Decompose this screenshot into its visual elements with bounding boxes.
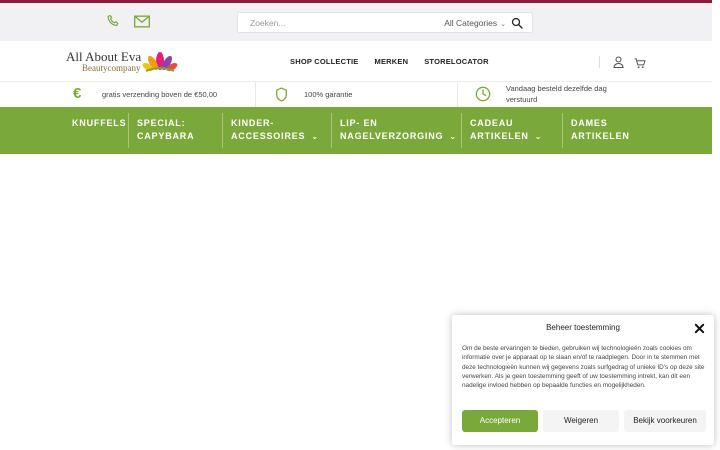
category-label: DAMES	[571, 118, 608, 128]
usp-delivery: Vandaag besteld dezelfde dag verstuurd	[458, 82, 712, 107]
category-label: LIP- EN	[340, 118, 378, 128]
category-kinder-accessoires[interactable]: KINDER- ACCESSOIRES ⌄	[231, 117, 319, 143]
category-select-label: All Categories	[444, 18, 498, 28]
category-label: NAGELVERZORGING	[340, 131, 444, 141]
main-navigation: SHOP COLLECTIE MERKEN STORELOCATOR	[290, 57, 489, 67]
category-divider	[461, 113, 462, 148]
deny-button[interactable]: Weigeren	[543, 410, 619, 432]
shield-icon	[275, 87, 288, 107]
site-header: All About Eva Beautycompany SHOP COLLECT…	[0, 41, 712, 82]
category-label: CADEAU	[470, 118, 514, 128]
cart-icon[interactable]	[634, 56, 646, 74]
usp-shipping: € gratis verzending boven de €50,00	[0, 82, 255, 107]
close-icon[interactable]	[694, 321, 706, 334]
category-dames-artikelen[interactable]: DAMES ARTIKELEN	[571, 117, 630, 143]
phone-icon[interactable]	[106, 14, 120, 33]
category-select[interactable]: All Categories ⌄	[444, 16, 506, 32]
clock-icon	[475, 86, 491, 107]
usp-delivery-text-line2: verstuurd	[506, 95, 538, 104]
nav-shop-collectie[interactable]: SHOP COLLECTIE	[290, 57, 359, 67]
usp-bar: € gratis verzending boven de €50,00 100%…	[0, 82, 712, 107]
category-special-capybara[interactable]: SPECIAL: CAPYBARA	[137, 117, 194, 143]
search-icon[interactable]	[511, 16, 525, 30]
category-divider	[128, 113, 129, 148]
logo-subtitle: Beautycompany	[82, 63, 141, 73]
usp-guarantee-text: 100% garantie	[304, 90, 353, 99]
mail-icon[interactable]	[134, 15, 150, 33]
chevron-down-icon: ⌄	[500, 21, 506, 28]
category-navigation: KNUFFELS SPECIAL: CAPYBARA KINDER- ACCES…	[0, 107, 712, 154]
category-label: KINDER-	[231, 118, 275, 128]
page: Zoeken... All Categories ⌄ All About Eva …	[0, 0, 720, 450]
cookie-title: Beheer toestemming	[546, 323, 620, 332]
chevron-down-icon: ⌄	[311, 132, 319, 141]
euro-icon: €	[73, 85, 82, 102]
usp-delivery-text-line1: Vandaag besteld dezelfde dag	[506, 84, 607, 93]
chevron-down-icon: ⌄	[534, 132, 543, 141]
header-divider	[599, 56, 600, 68]
category-label: KNUFFELS	[72, 118, 127, 128]
category-knuffels[interactable]: KNUFFELS	[72, 117, 126, 130]
category-label: ACCESSOIRES	[231, 131, 306, 141]
user-icon[interactable]	[613, 55, 624, 73]
cookie-text: Om de beste ervaringen te bieden, gebrui…	[462, 345, 705, 390]
category-label: SPECIAL:	[137, 118, 186, 128]
lotus-logo-icon	[142, 51, 178, 78]
top-bar: Zoeken... All Categories ⌄	[0, 3, 712, 41]
chevron-down-icon: ⌄	[449, 132, 457, 141]
category-cadeau-artikelen[interactable]: CADEAU ARTIKELEN ⌄	[470, 117, 542, 143]
nav-merken[interactable]: MERKEN	[375, 57, 409, 67]
usp-shipping-text: gratis verzending boven de €50,00	[102, 90, 218, 99]
nav-storelocator[interactable]: STORELOCATOR	[424, 57, 489, 67]
category-label: ARTIKELEN	[470, 131, 529, 141]
category-lip-nagelverzorging[interactable]: LIP- EN NAGELVERZORGING ⌄	[340, 117, 457, 143]
category-label: CAPYBARA	[137, 131, 195, 141]
accept-button[interactable]: Accepteren	[462, 410, 538, 432]
view-preferences-button[interactable]: Bekijk voorkeuren	[624, 410, 706, 432]
cookie-consent-dialog: Beheer toestemming Om de beste ervaringe…	[452, 315, 714, 445]
category-divider	[331, 113, 332, 148]
logo[interactable]: All About Eva Beautycompany	[66, 50, 141, 73]
category-divider	[562, 113, 563, 148]
search-bar: Zoeken... All Categories ⌄	[237, 12, 533, 33]
usp-guarantee: 100% garantie	[256, 82, 456, 107]
category-label: ARTIKELEN	[571, 131, 630, 141]
search-input[interactable]: Zoeken...	[250, 16, 430, 30]
category-divider	[222, 113, 223, 148]
logo-title: All About Eva	[66, 49, 142, 64]
